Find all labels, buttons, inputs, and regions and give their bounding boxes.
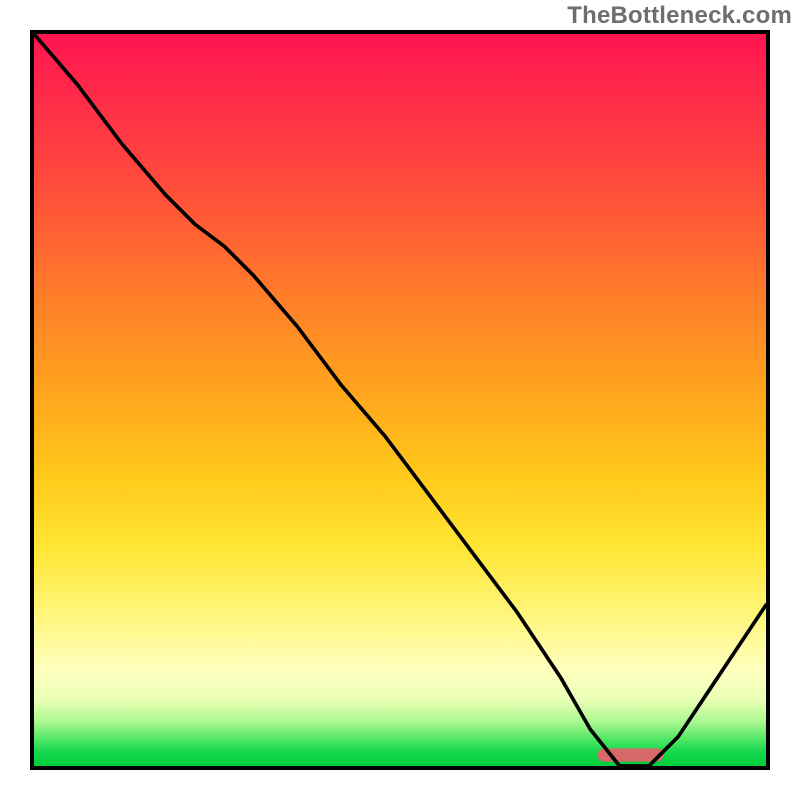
bottleneck-curve-svg [34,34,766,766]
chart-stage: TheBottleneck.com [0,0,800,800]
plot-frame [30,30,770,770]
plot-inner [34,34,766,766]
bottleneck-curve [34,34,766,766]
watermark-text: TheBottleneck.com [567,2,792,30]
